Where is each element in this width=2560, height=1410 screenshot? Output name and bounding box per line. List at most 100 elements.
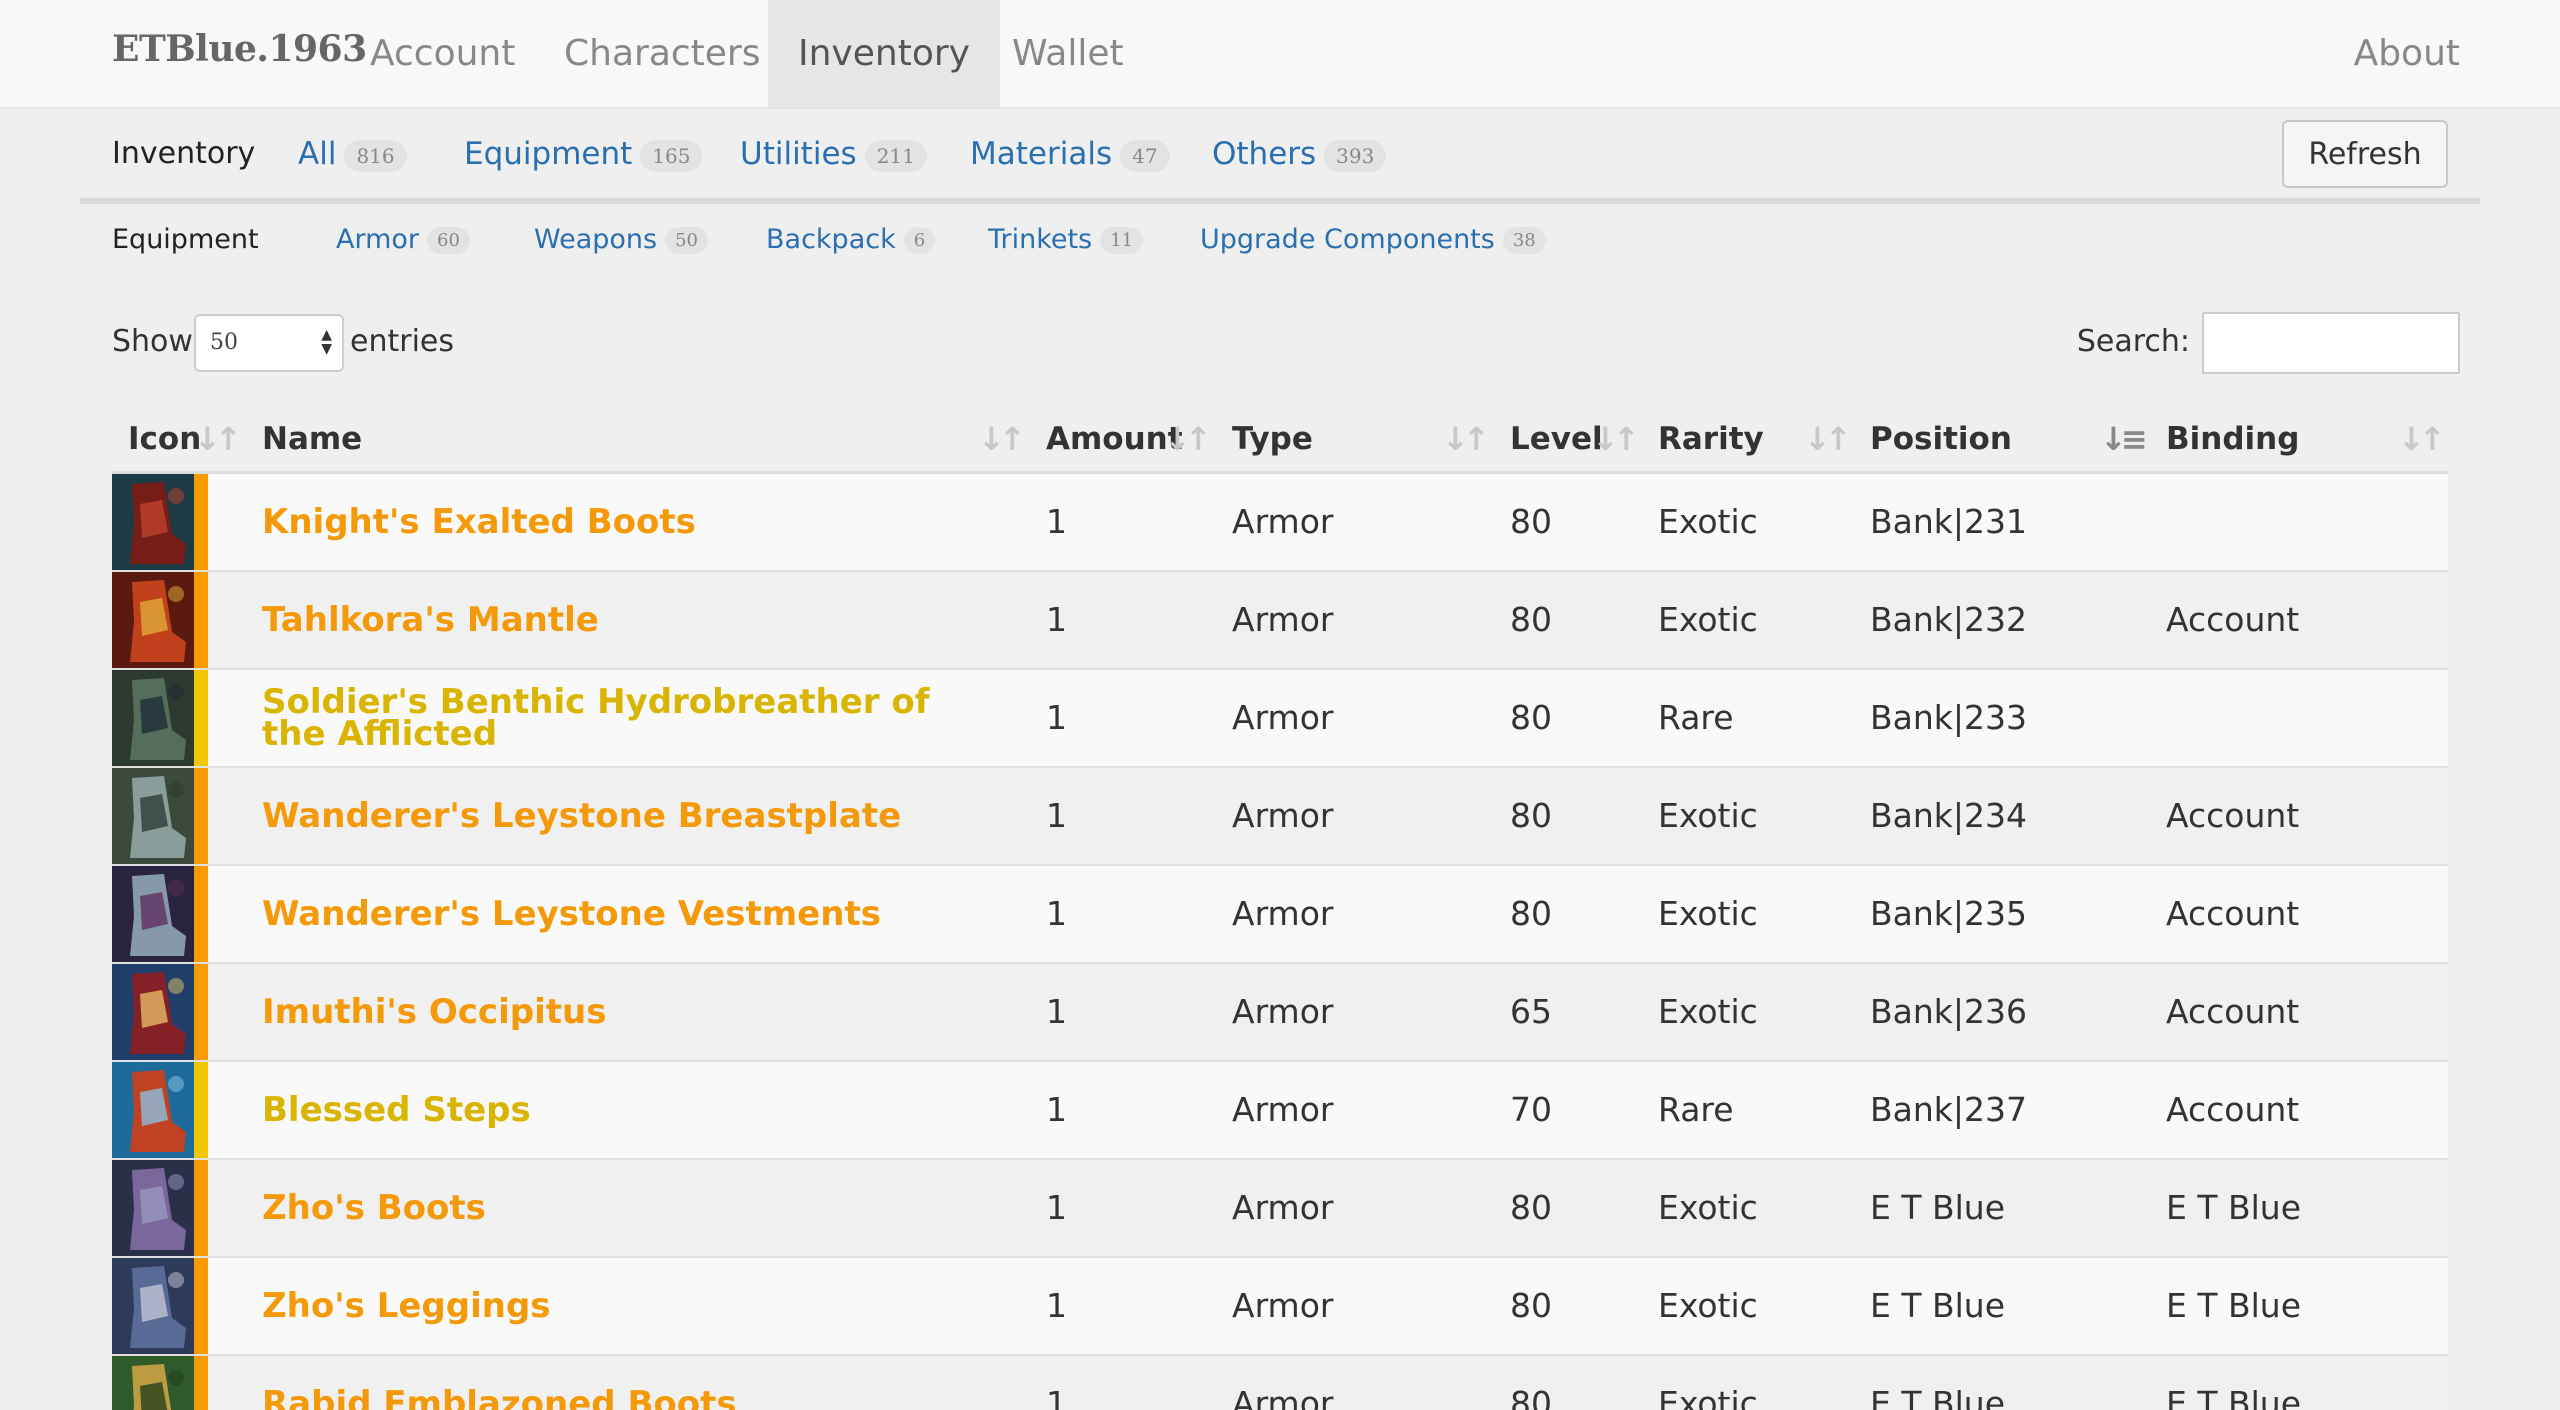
show-label: Show [112, 324, 193, 359]
item-icon-art [112, 670, 194, 766]
search-input[interactable] [2202, 312, 2460, 374]
item-name-link[interactable]: Wanderer's Leystone Vestments [262, 866, 962, 962]
sort-icon[interactable]: ↓↑ [978, 404, 1026, 474]
tab-armor[interactable]: Armor 60 [336, 224, 470, 255]
nav-wallet[interactable]: Wallet [982, 0, 1154, 107]
amount-cell: 1 [1046, 992, 1067, 1031]
table-header: Icon ↓↑ Name ↓↑ Amount ↓↑ Type ↓↑ Level … [112, 404, 2448, 474]
tab-backpack[interactable]: Backpack 6 [766, 224, 936, 255]
header-icon[interactable]: Icon [128, 404, 201, 474]
tab-others[interactable]: Others 393 [1212, 136, 1387, 172]
table-row[interactable]: Imuthi's Occipitus 1 Armor 65 Exotic Bank|236… [112, 964, 2448, 1062]
tab-all[interactable]: All 816 [298, 136, 407, 172]
table-row[interactable]: Blessed Steps 1 Armor 70 Rare Bank|237 Account [112, 1062, 2448, 1160]
level-cell: 80 [1510, 796, 1552, 835]
sort-icon[interactable]: ↓↑ [1164, 404, 1212, 474]
binding-cell: E T Blue [2166, 1188, 2302, 1227]
rarity-cell: Exotic [1658, 502, 1758, 541]
binding-cell: Account [2166, 992, 2300, 1031]
nav-inventory[interactable]: Inventory [768, 0, 1000, 107]
item-name-link[interactable]: Soldier's Benthic Hydrobreather of the A… [262, 670, 962, 766]
binding-cell: Account [2166, 600, 2300, 639]
table-row[interactable]: Zho's Boots 1 Armor 80 Exotic E T Blue E T Blu… [112, 1160, 2448, 1258]
nav-characters[interactable]: Characters [534, 0, 791, 107]
binding-cell: E T Blue [2166, 1384, 2302, 1410]
header-level[interactable]: Level [1510, 404, 1603, 474]
header-amount[interactable]: Amount [1046, 404, 1183, 474]
boots-icon [112, 474, 208, 570]
position-cell: Bank|236 [1870, 992, 2027, 1031]
type-cell: Armor [1232, 1090, 1334, 1129]
sort-icon[interactable]: ↓↑ [1592, 404, 1640, 474]
nav-account[interactable]: Account [340, 0, 545, 107]
item-name-link[interactable]: Knight's Exalted Boots [262, 474, 962, 570]
binding-cell: Account [2166, 1090, 2300, 1129]
item-name-link[interactable]: Tahlkora's Mantle [262, 572, 962, 668]
header-position[interactable]: Position [1870, 404, 2012, 474]
tab-materials[interactable]: Materials 47 [970, 136, 1170, 172]
count-badge: 6 [903, 227, 936, 254]
header-type[interactable]: Type [1232, 404, 1313, 474]
entries-select[interactable]: 50 ▲ ▼ [194, 314, 344, 372]
item-icon-art [112, 1160, 194, 1256]
table-row[interactable]: Soldier's Benthic Hydrobreather of the A… [112, 670, 2448, 768]
amount-cell: 1 [1046, 600, 1067, 639]
position-cell: Bank|233 [1870, 698, 2027, 737]
rarity-cell: Rare [1658, 1090, 1734, 1129]
tab-label: Weapons [534, 224, 658, 255]
table-row[interactable]: Knight's Exalted Boots 1 Armor 80 Exotic Bank… [112, 474, 2448, 572]
sort-icon[interactable]: ↓↑ [1804, 404, 1852, 474]
position-cell: Bank|235 [1870, 894, 2027, 933]
equipment-tabs-label: Equipment [112, 224, 259, 255]
breather-icon [112, 670, 208, 766]
amount-cell: 1 [1046, 1188, 1067, 1227]
level-cell: 80 [1510, 698, 1552, 737]
count-badge: 47 [1120, 139, 1170, 172]
tab-upgrade-components[interactable]: Upgrade Components 38 [1200, 224, 1546, 255]
header-rarity[interactable]: Rarity [1658, 404, 1764, 474]
level-cell: 80 [1510, 1188, 1552, 1227]
tab-weapons[interactable]: Weapons 50 [534, 224, 709, 255]
rarity-cell: Exotic [1658, 1384, 1758, 1410]
tab-equipment[interactable]: Equipment 165 [464, 136, 703, 172]
level-cell: 65 [1510, 992, 1552, 1031]
tab-label: Trinkets [988, 224, 1093, 255]
position-cell: Bank|234 [1870, 796, 2027, 835]
nav-about[interactable]: About [2354, 0, 2460, 107]
type-cell: Armor [1232, 600, 1334, 639]
sort-icon[interactable]: ↓↑ [194, 404, 242, 474]
table-row[interactable]: Rabid Emblazoned Boots 1 Armor 80 Exotic E T … [112, 1356, 2448, 1410]
table-row[interactable]: Zho's Leggings 1 Armor 80 Exotic E T Blue E T … [112, 1258, 2448, 1356]
tab-trinkets[interactable]: Trinkets 11 [988, 224, 1144, 255]
item-name-link[interactable]: Wanderer's Leystone Breastplate [262, 768, 962, 864]
brand-link[interactable]: ETBlue.1963 [112, 28, 367, 70]
rarity-cell: Exotic [1658, 992, 1758, 1031]
tab-label: Materials [970, 136, 1113, 172]
position-cell: E T Blue [1870, 1188, 2006, 1227]
type-cell: Armor [1232, 698, 1334, 737]
header-binding[interactable]: Binding [2166, 404, 2299, 474]
top-navbar: ETBlue.1963 Account Characters Inventory… [0, 0, 2560, 109]
item-name-link[interactable]: Rabid Emblazoned Boots [262, 1356, 962, 1410]
refresh-button[interactable]: Refresh [2282, 120, 2448, 188]
amount-cell: 1 [1046, 698, 1067, 737]
level-cell: 80 [1510, 1384, 1552, 1410]
item-name-link[interactable]: Blessed Steps [262, 1062, 962, 1158]
vestments-icon [112, 866, 208, 962]
sort-icon[interactable]: ↓↑ [2398, 404, 2446, 474]
count-badge: 11 [1100, 227, 1144, 254]
item-name-link[interactable]: Zho's Leggings [262, 1258, 962, 1354]
rarity-cell: Exotic [1658, 796, 1758, 835]
item-name-link[interactable]: Zho's Boots [262, 1160, 962, 1256]
sort-desc-icon[interactable]: ↓≡ [2100, 404, 2148, 474]
tab-label: Armor [336, 224, 420, 255]
sort-icon[interactable]: ↓↑ [1442, 404, 1490, 474]
header-name[interactable]: Name [262, 404, 362, 474]
table-row[interactable]: Wanderer's Leystone Breastplate 1 Armor 80 E… [112, 768, 2448, 866]
table-row[interactable]: Tahlkora's Mantle 1 Armor 80 Exotic Bank|232 A… [112, 572, 2448, 670]
table-row[interactable]: Wanderer's Leystone Vestments 1 Armor 80 Exo… [112, 866, 2448, 964]
tab-label: Others [1212, 136, 1317, 172]
tab-utilities[interactable]: Utilities 211 [740, 136, 927, 172]
item-name-link[interactable]: Imuthi's Occipitus [262, 964, 962, 1060]
breastplate-icon [112, 768, 208, 864]
